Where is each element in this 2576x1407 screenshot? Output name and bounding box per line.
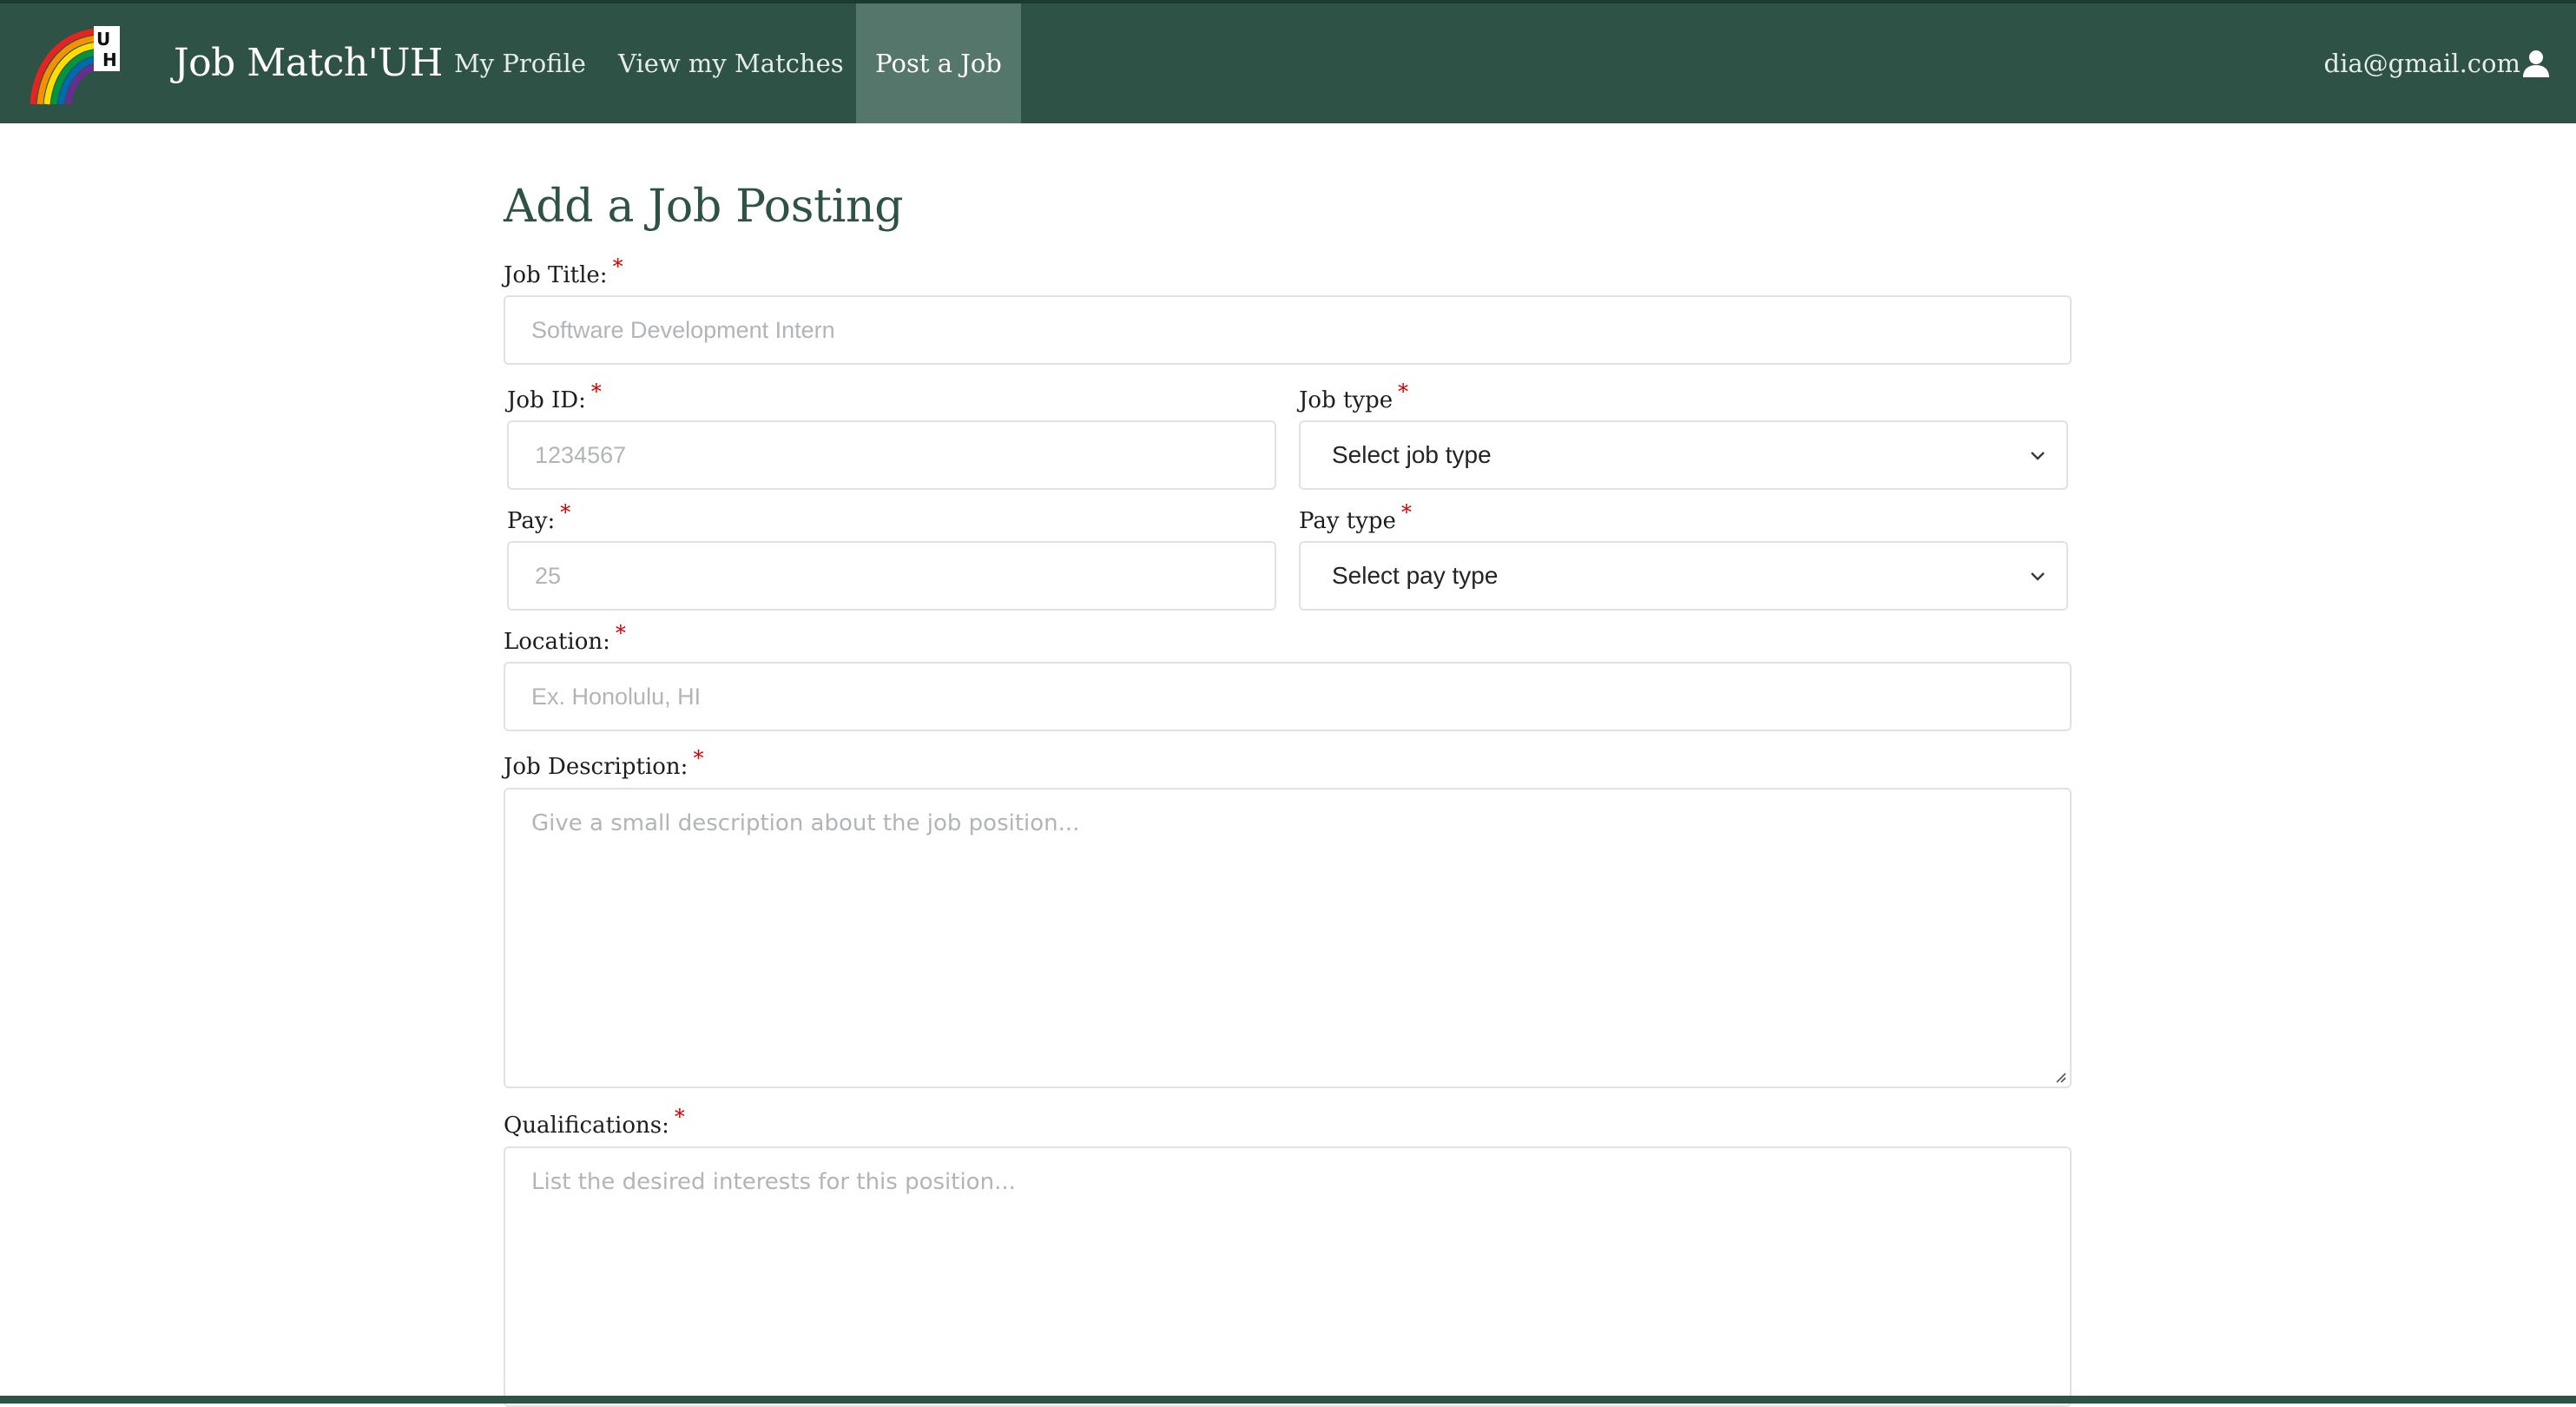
navbar: U H Job Match'UH My Profile View my Matc…: [0, 3, 2576, 123]
required-mark: *: [693, 746, 704, 770]
job-title-label: Job Title: *: [504, 254, 623, 288]
svg-text:H: H: [102, 50, 117, 70]
user-icon: [2523, 50, 2549, 77]
qualifications-placeholder: List the desired interests for this posi…: [531, 1169, 1016, 1195]
job-type-select[interactable]: Select job type: [1299, 420, 2068, 490]
job-description-placeholder: Give a small description about the job p…: [531, 810, 1080, 836]
nav-my-profile[interactable]: My Profile: [445, 3, 596, 123]
required-mark: *: [560, 500, 571, 525]
job-id-input[interactable]: 1234567: [507, 420, 1276, 490]
required-mark: *: [615, 621, 626, 645]
footer-border: [0, 1396, 2576, 1404]
required-mark: *: [674, 1105, 685, 1129]
location-label: Location: *: [504, 621, 626, 655]
pay-type-select[interactable]: Select pay type: [1299, 541, 2068, 611]
pay-type-selected: Select pay type: [1332, 562, 1499, 589]
pay-type-label: Pay type *: [1299, 500, 1412, 534]
nav-view-matches[interactable]: View my Matches: [618, 3, 844, 123]
job-type-label: Job type *: [1299, 380, 1409, 413]
job-type-selected: Select job type: [1332, 441, 1492, 468]
required-mark: *: [612, 254, 623, 279]
location-placeholder: Ex. Honolulu, HI: [531, 683, 702, 710]
page-title: Add a Job Posting: [504, 181, 904, 233]
svg-text:U: U: [96, 29, 110, 50]
chevron-down-icon: [2031, 452, 2045, 460]
pay-placeholder: 25: [535, 562, 562, 589]
brand-title[interactable]: Job Match'UH: [174, 3, 443, 123]
chevron-down-icon: [2031, 572, 2045, 581]
job-description-label: Job Description: *: [504, 746, 704, 780]
resize-handle-icon[interactable]: [2052, 1069, 2066, 1083]
user-email: dia@gmail.com: [2323, 49, 2520, 78]
user-menu[interactable]: dia@gmail.com: [2324, 3, 2550, 123]
qualifications-label: Qualifications: *: [504, 1105, 685, 1139]
required-mark: *: [1398, 380, 1409, 404]
required-mark: *: [1400, 500, 1412, 525]
job-id-placeholder: 1234567: [535, 441, 627, 468]
pay-input[interactable]: 25: [507, 541, 1276, 611]
qualifications-textarea[interactable]: List the desired interests for this posi…: [504, 1146, 2072, 1407]
location-input[interactable]: Ex. Honolulu, HI: [504, 662, 2072, 731]
pay-label: Pay: *: [507, 500, 571, 534]
rainbow-uh-logo-icon[interactable]: U H: [30, 24, 123, 106]
job-id-label: Job ID: *: [507, 380, 602, 413]
nav-post-job[interactable]: Post a Job: [856, 3, 1021, 123]
job-title-input[interactable]: Software Development Intern: [504, 295, 2072, 365]
job-title-placeholder: Software Development Intern: [531, 316, 835, 343]
required-mark: *: [590, 380, 602, 404]
job-description-textarea[interactable]: Give a small description about the job p…: [504, 788, 2072, 1088]
